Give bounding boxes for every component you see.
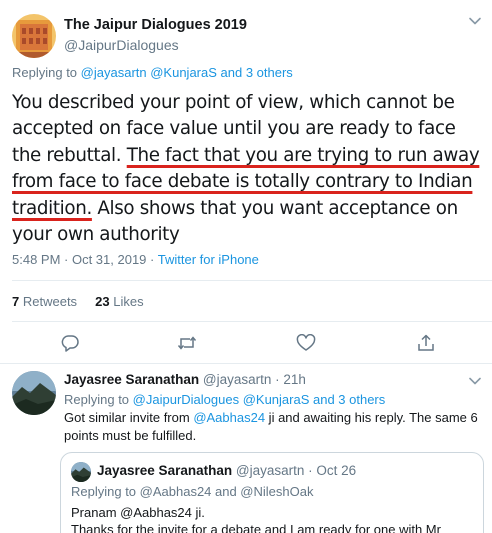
main-tweet: The Jaipur Dialogues 2019 @JaipurDialogu… xyxy=(0,0,492,364)
reply-text-part1: Got similar invite from xyxy=(64,410,194,425)
retweets-label: Retweets xyxy=(22,294,78,309)
quoted-line-2: Thanks for the invite for a debate and I… xyxy=(71,521,441,533)
replying-to: Replying to @Aabhas24 and @NileshOak xyxy=(71,484,314,499)
avatar[interactable] xyxy=(12,371,56,415)
author-name[interactable]: Jayasree Saranathan xyxy=(64,372,199,387)
divider xyxy=(12,280,492,281)
author-handle[interactable]: @JaipurDialogues xyxy=(64,37,179,53)
replying-to: Replying to @jayasartn @KunjaraS and 3 o… xyxy=(12,65,293,80)
quoted-time: · Oct 26 xyxy=(308,463,357,478)
replying-to: Replying to @JaipurDialogues @KunjaraS a… xyxy=(64,392,385,407)
reply-icon[interactable] xyxy=(60,334,80,352)
quoted-text: Pranam @Aabhas24 ji. Thanks for the invi… xyxy=(71,505,475,533)
replying-prefix: Replying to xyxy=(12,65,78,80)
like-icon[interactable] xyxy=(296,334,316,352)
reply-header: Jayasree Saranathan @jayasartn · 21h xyxy=(64,372,306,387)
timestamp[interactable]: 5:48 PM · Oct 31, 2019 · xyxy=(12,252,158,267)
author-handle[interactable]: @jayasartn xyxy=(203,372,271,387)
reply-text: Got similar invite from @Aabhas24 ji and… xyxy=(64,409,484,444)
share-icon[interactable] xyxy=(416,334,436,352)
likes-count: 23 xyxy=(95,294,110,309)
avatar[interactable] xyxy=(12,14,56,58)
source-link[interactable]: Twitter for iPhone xyxy=(158,252,259,267)
tweet-meta: 5:48 PM · Oct 31, 2019 · Twitter for iPh… xyxy=(12,252,259,267)
tweet-stats: 7 Retweets 23 Likes xyxy=(12,294,144,309)
quoted-tweet[interactable]: Jayasree Saranathan @jayasartn · Oct 26 … xyxy=(60,452,484,533)
chevron-down-icon[interactable] xyxy=(468,374,482,388)
tweet-text: You described your point of view, which … xyxy=(12,90,484,248)
retweets-count: 7 xyxy=(12,294,20,309)
chevron-down-icon[interactable] xyxy=(468,14,482,28)
quoted-line-1: Pranam @Aabhas24 ji. xyxy=(71,505,205,520)
likes-stat[interactable]: 23 Likes xyxy=(95,294,143,309)
retweets-stat[interactable]: 7 Retweets xyxy=(12,294,77,309)
divider xyxy=(0,363,492,364)
mention-link[interactable]: @Aabhas24 xyxy=(193,410,265,425)
author-handle: @jayasartn xyxy=(235,463,305,478)
replying-mentions[interactable]: @JaipurDialogues @KunjaraS and 3 others xyxy=(133,392,386,407)
avatar xyxy=(71,462,91,482)
likes-label: Likes xyxy=(113,294,144,309)
author-name[interactable]: The Jaipur Dialogues 2019 xyxy=(64,17,247,33)
replying-mentions[interactable]: @jayasartn @KunjaraS and 3 others xyxy=(81,65,293,80)
replying-prefix: Replying to xyxy=(64,392,130,407)
retweet-icon[interactable] xyxy=(177,334,197,352)
divider xyxy=(12,321,492,322)
reply-time[interactable]: · 21h xyxy=(275,372,306,387)
quoted-header: Jayasree Saranathan @jayasartn · Oct 26 xyxy=(97,463,356,478)
author-name: Jayasree Saranathan xyxy=(97,463,233,478)
